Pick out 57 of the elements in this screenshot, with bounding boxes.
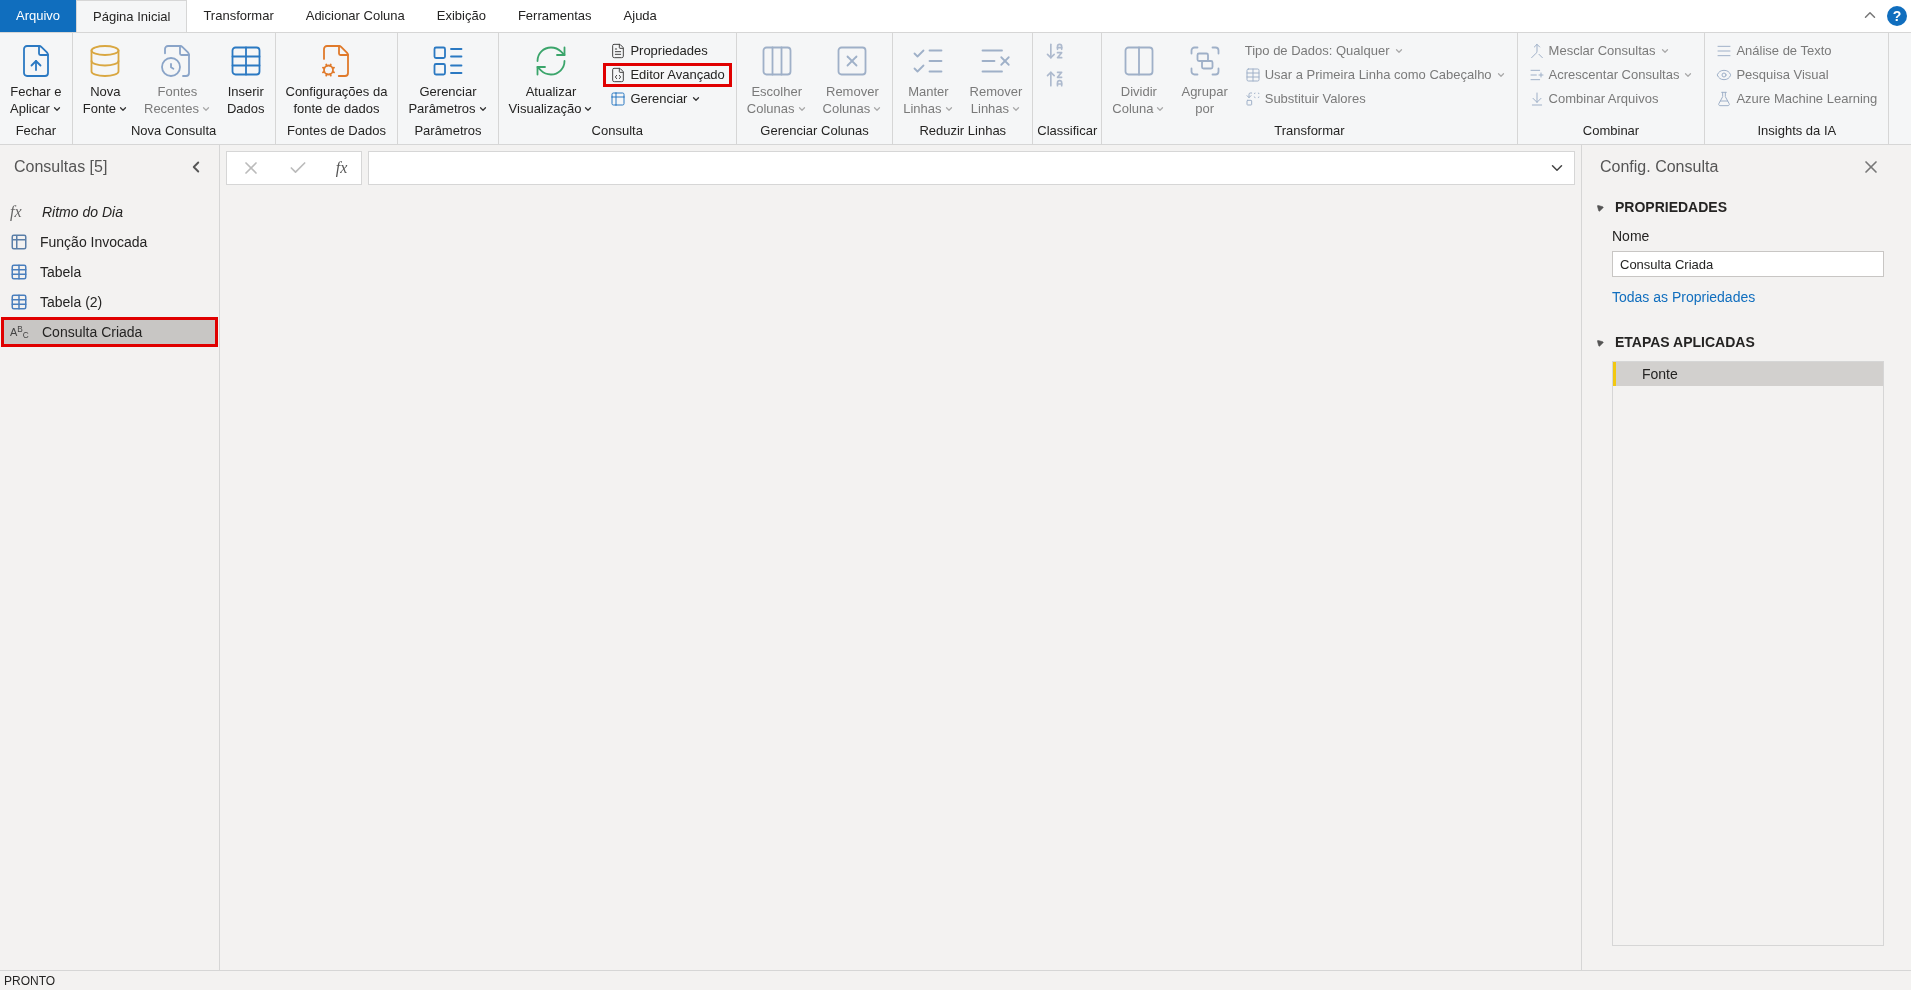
status-text: PRONTO: [4, 972, 56, 990]
group-label: Fontes de Dados: [285, 121, 387, 140]
ribbon-tab[interactable]: Página Inicial: [76, 0, 188, 32]
query-item[interactable]: Tabela (2): [1, 287, 218, 317]
ribbon-tab[interactable]: Ajuda: [607, 0, 673, 32]
ribbon-tab[interactable]: Exibição: [420, 0, 502, 32]
ribbon-button[interactable]: Fechar e Aplicar: [4, 37, 68, 119]
document-icon: [610, 43, 627, 59]
group-label: Combinar: [1581, 121, 1641, 140]
formula-field[interactable]: [368, 151, 1575, 185]
ribbon-tab[interactable]: Ferramentas: [501, 0, 608, 32]
group-label: Classificar: [1037, 121, 1098, 140]
fx-button[interactable]: fx: [335, 156, 348, 180]
ribbon-button[interactable]: Gerenciar Parâmetros: [402, 37, 494, 119]
lines-icon: [1716, 43, 1733, 59]
collapse-triangle-icon[interactable]: [1594, 202, 1605, 213]
name-field[interactable]: Consulta Criada: [1612, 251, 1884, 277]
file-tab[interactable]: Arquivo: [0, 0, 77, 32]
table-icon: [1244, 67, 1261, 83]
ribbon-tab[interactable]: Transformar: [187, 0, 290, 32]
query-item[interactable]: Função Invocada: [1, 227, 218, 257]
merge-icon: [1528, 43, 1545, 59]
group-label: Nova Consulta: [130, 121, 218, 140]
replace-icon: [1244, 91, 1261, 107]
panel-title: Consultas [5]: [14, 157, 108, 177]
collapse-triangle-icon[interactable]: [1594, 337, 1605, 348]
ribbon-button[interactable]: Nova Fonte: [76, 37, 134, 119]
field-label: Nome: [1612, 227, 1651, 246]
section-heading: ETAPAS APLICADAS: [1615, 333, 1755, 352]
ribbon-button[interactable]: Configurações da fonte de dados: [279, 37, 394, 119]
step-item[interactable]: Fonte: [1613, 362, 1883, 386]
ribbon-button[interactable]: Propriedades: [603, 39, 732, 63]
eye-icon: [1716, 67, 1733, 83]
help-button[interactable]: ?: [1887, 6, 1907, 26]
flask-icon: [1716, 91, 1733, 107]
table-icon: [610, 91, 627, 107]
group-label: Parâmetros: [413, 121, 483, 140]
group-label: Gerenciar Colunas: [759, 121, 870, 140]
query-item[interactable]: Tabela: [1, 257, 218, 287]
query-item[interactable]: A$^{B}$$_{C}$ Consulta Criada: [1, 317, 218, 347]
section-heading: PROPRIEDADES: [1615, 198, 1728, 217]
all-properties-link[interactable]: Todas as Propriedades: [1612, 287, 1881, 308]
group-label: Fechar: [14, 121, 58, 140]
ribbon-button[interactable]: Editor Avançado: [603, 63, 732, 87]
group-label: Consulta: [590, 121, 644, 140]
query-item[interactable]: fx Ritmo do Dia: [1, 197, 218, 227]
ribbon-button[interactable]: Gerenciar: [603, 87, 732, 111]
group-label: Insights da IA: [1756, 121, 1838, 140]
group-label: Transformar: [1273, 121, 1346, 140]
panel-title: Config. Consulta: [1600, 157, 1719, 177]
ribbon-tab[interactable]: Adicionar Coluna: [289, 0, 421, 32]
list-plus-icon: [1528, 67, 1545, 83]
ribbon-button[interactable]: Inserir Dados: [220, 37, 271, 119]
function-icon: fx: [10, 200, 30, 224]
ribbon-button[interactable]: Atualizar Visualização: [502, 37, 600, 119]
group-label: Reduzir Linhas: [918, 121, 1008, 140]
code-file-icon: [610, 67, 627, 83]
